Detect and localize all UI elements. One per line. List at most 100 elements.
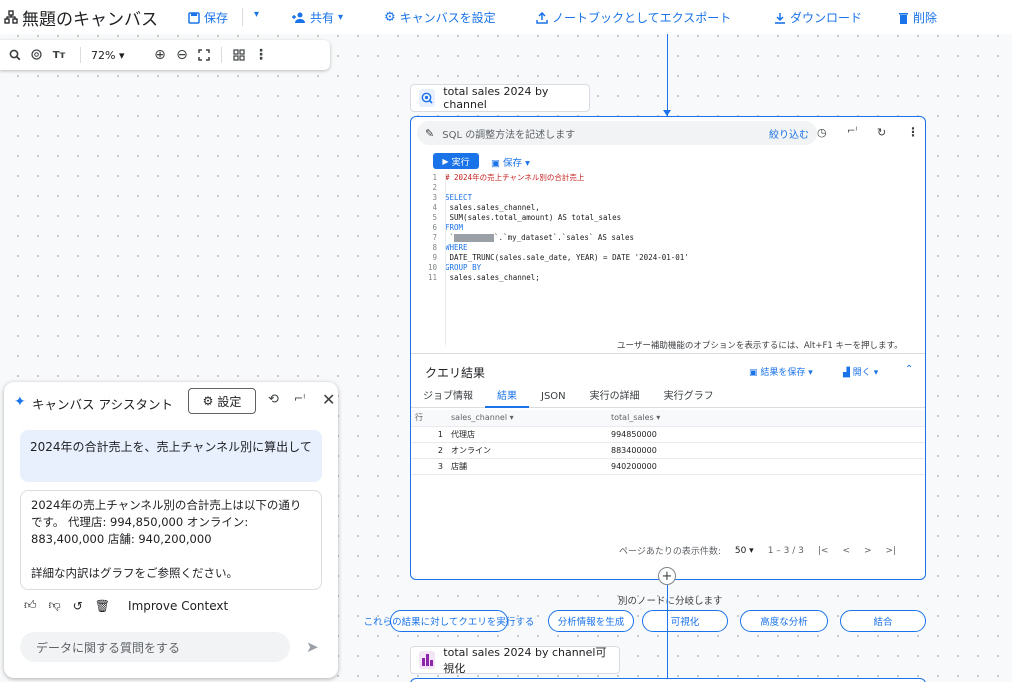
table-cell: 994850000 — [607, 426, 925, 443]
results-tab[interactable]: ジョブ情報 — [411, 386, 485, 408]
history-icon[interactable]: ◷ — [817, 126, 827, 139]
zoom-in-icon[interactable]: ⊕ — [149, 44, 171, 66]
gear-icon: ⚙ — [202, 394, 214, 408]
reset-icon[interactable]: ⟲ — [268, 392, 279, 407]
open-label: 開く — [852, 368, 871, 378]
code-line: 4 sales.sales_channel, — [421, 203, 689, 213]
search-icon[interactable] — [4, 44, 26, 66]
user-message: 2024年の合計売上を、売上チャンネル別に算出して — [20, 430, 322, 482]
chevron-down-icon[interactable]: ▾ — [254, 9, 259, 20]
save-button[interactable]: 保存 — [188, 9, 228, 26]
pagination: ページあたりの表示件数: 50 ▾ 1 – 3 / 3 |< < > >| — [619, 544, 897, 558]
results-tab[interactable]: 結果 — [485, 386, 529, 408]
line-number: 1 — [432, 173, 437, 182]
line-number: 11 — [427, 273, 437, 282]
branch-option-label: 分析情報を生成 — [557, 617, 625, 628]
code-text: `.`my_dataset`.`sales` AS sales — [494, 233, 635, 242]
collapse-icon[interactable]: ⌐ˡ — [847, 126, 857, 137]
share-button[interactable]: 共有 ▾ — [292, 9, 343, 26]
divider — [221, 47, 222, 63]
table-row: 2 オンライン 883400000 — [411, 442, 925, 459]
text-size-icon[interactable]: Tт — [48, 44, 70, 66]
send-icon[interactable]: ➤ — [306, 638, 319, 656]
code-text: ` — [445, 233, 455, 242]
column-header[interactable]: total_sales ▾ — [607, 410, 925, 427]
chevron-down-icon: ▾ — [873, 368, 879, 378]
more-vert-icon[interactable]: ⋮ — [907, 125, 919, 139]
branch-visualize-button[interactable]: 可視化 — [642, 610, 728, 632]
undo-icon[interactable]: ↺ — [73, 599, 83, 613]
export-notebook-button[interactable]: ノートブックとしてエクスポート — [536, 9, 731, 26]
table-cell: 店舗 — [447, 458, 607, 475]
code-text: sales.sales_channel, — [445, 203, 540, 212]
sparkle-icon: ✦ — [14, 394, 26, 410]
assistant-settings-button[interactable]: ⚙ 設定 — [188, 388, 256, 414]
close-icon[interactable]: ✕ — [322, 390, 335, 409]
add-node-button[interactable]: + — [658, 567, 676, 585]
table-header-row: 行 sales_channel ▾ total_sales ▾ — [411, 410, 925, 427]
connector-line — [667, 34, 668, 116]
branch-advanced-analysis-button[interactable]: 高度な分析 — [740, 610, 828, 632]
download-button[interactable]: ダウンロード — [774, 9, 862, 26]
prev-page-icon[interactable]: < — [842, 546, 850, 556]
column-header: 行 — [411, 410, 447, 427]
canvas-settings-button[interactable]: ⚙ キャンバスを設定 — [384, 9, 496, 26]
grid-layout-icon[interactable] — [228, 44, 250, 66]
viz-node-title-chip[interactable]: total sales 2024 by channel可視化 — [410, 646, 620, 675]
line-number: 3 — [432, 193, 437, 202]
run-button[interactable]: ▶ 実行 — [433, 153, 479, 169]
filter-button[interactable]: 絞り込む — [769, 126, 809, 141]
query-save-button[interactable]: ▣ 保存 ▾ — [491, 155, 530, 169]
canvas-title[interactable]: 無題のキャンバス — [22, 5, 158, 30]
branch-join-button[interactable]: 結合 — [840, 610, 926, 632]
expand-collapse-icon[interactable]: ⌃ — [905, 364, 913, 375]
minimize-icon[interactable]: ⌐ˡ — [294, 392, 305, 405]
table-row: 3 店舗 940200000 — [411, 458, 925, 475]
add-person-icon — [292, 12, 305, 23]
code-line: 6 FROM — [421, 223, 689, 233]
improve-context-button[interactable]: Improve Context — [128, 599, 228, 613]
export-label: ノートブックとしてエクスポート — [552, 11, 732, 25]
first-page-icon[interactable]: |< — [818, 546, 829, 556]
trash-icon[interactable]: 🗑︎ — [95, 599, 110, 613]
delete-button[interactable]: 削除 — [898, 9, 937, 26]
more-vert-icon[interactable]: ⋮ — [250, 44, 272, 66]
column-header[interactable]: sales_channel ▾ — [447, 410, 607, 427]
save-results-button[interactable]: ▣ 結果を保存 ▾ — [749, 365, 813, 378]
code-text: SUM(sales.total_amount) AS total_sales — [445, 213, 622, 222]
fit-screen-icon[interactable] — [193, 44, 215, 66]
next-page-icon[interactable]: > — [864, 546, 872, 556]
sql-prompt-bar[interactable]: ✎ SQL の調整方法を記述します 絞り込む — [417, 121, 817, 145]
download-icon — [775, 12, 785, 24]
query-search-icon[interactable] — [26, 44, 48, 66]
code-line: 5 SUM(sales.total_amount) AS total_sales — [421, 213, 689, 223]
assistant-title: キャンバス アシスタント — [32, 397, 173, 412]
zoom-level[interactable]: 72% ▾ — [91, 49, 139, 62]
rows-per-page-select[interactable]: 50 ▾ — [735, 546, 754, 556]
results-tab[interactable]: 実行の詳細 — [578, 386, 652, 408]
line-number: 5 — [432, 213, 437, 222]
canvas-settings-label: キャンバスを設定 — [399, 11, 496, 25]
branch-query-results-button[interactable]: これらの結果に対してクエリを実行する — [364, 610, 534, 632]
query-node-card[interactable]: ✎ SQL の調整方法を記述します 絞り込む ◷ ⌐ˡ ↻ ⋮ ▶ 実行 ▣ 保… — [410, 116, 926, 580]
viz-node-card[interactable] — [410, 678, 926, 682]
zoom-out-icon[interactable]: ⊖ — [171, 44, 193, 66]
zoom-value: 72% — [91, 48, 116, 62]
query-node-title-chip[interactable]: total sales 2024 by channel — [410, 84, 590, 112]
refresh-icon[interactable]: ↻ — [877, 126, 886, 139]
results-tab[interactable]: 実行グラフ — [652, 386, 726, 408]
last-page-icon[interactable]: >| — [886, 546, 897, 556]
open-button[interactable]: ▟ 開く ▾ — [843, 365, 878, 378]
thumbs-up-icon[interactable]: 👍︎ — [24, 598, 37, 613]
line-number: 4 — [432, 203, 437, 212]
table-cell: 3 — [411, 458, 447, 475]
sql-editor[interactable]: 1 # 2024年の売上チャンネル別の合計売上 2 3 SELECT 4 sales.sa… — [421, 173, 689, 283]
question-placeholder: データに関する質問をする — [36, 640, 181, 655]
code-text: GROUP BY — [445, 263, 482, 272]
branch-insights-button[interactable]: 分析情報を生成 — [548, 610, 634, 632]
thumbs-down-icon[interactable]: 👎︎ — [49, 598, 61, 613]
assistant-question-input[interactable]: データに関する質問をする — [20, 632, 290, 662]
results-tab[interactable]: JSON — [529, 386, 578, 408]
save-icon: ▣ — [491, 158, 500, 169]
canvas-toolbar: Tт 72% ▾ ⊕ ⊖ ⋮ — [0, 40, 330, 70]
